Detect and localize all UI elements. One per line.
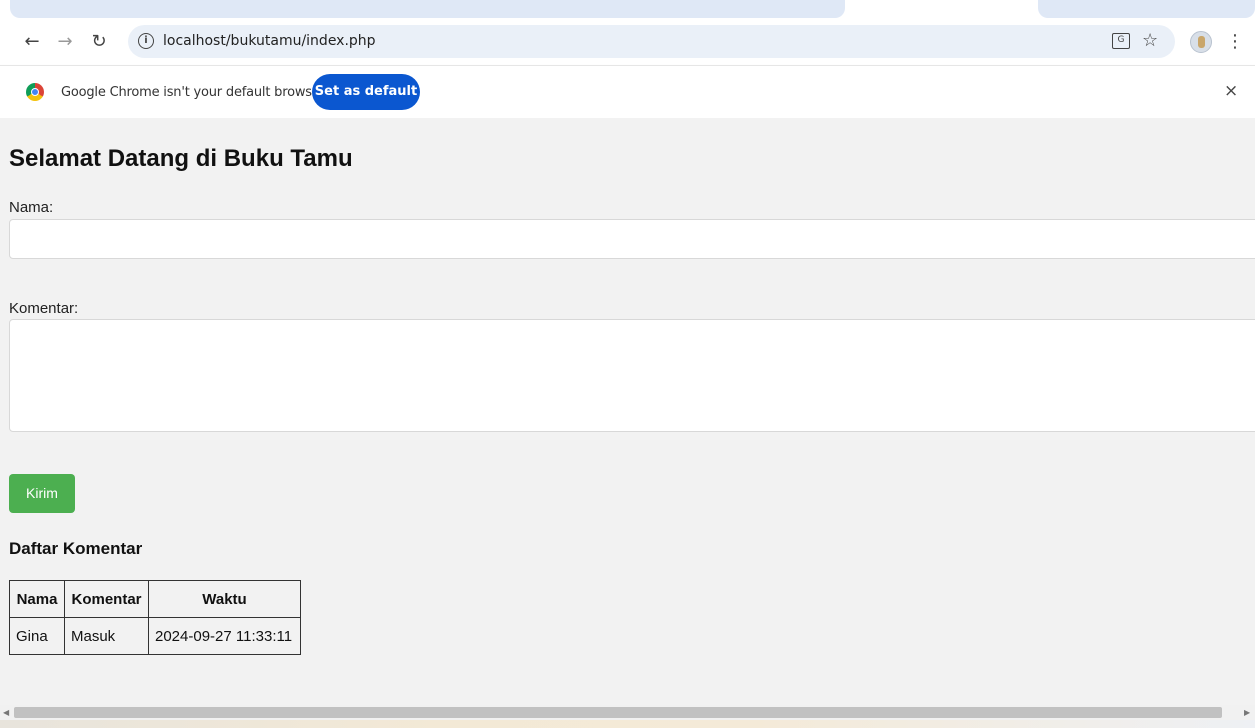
scroll-right-icon[interactable]: ▶ — [1244, 708, 1250, 717]
column-header-komentar: Komentar — [64, 580, 149, 618]
info-icon[interactable]: i — [138, 33, 154, 49]
set-as-default-button[interactable]: Set as default — [312, 74, 420, 110]
tab-inactive[interactable] — [1038, 0, 1255, 18]
tab-active[interactable] — [10, 0, 845, 18]
cell-komentar: Masuk — [64, 617, 149, 655]
comment-list-title: Daftar Komentar — [9, 539, 143, 558]
table-row: Gina Masuk 2024-09-27 11:33:11 — [9, 617, 301, 655]
infobar-message: Google Chrome isn't your default browser — [61, 85, 325, 100]
page-content: Selamat Datang di Buku Tamu Nama: Koment… — [0, 118, 1255, 705]
forward-arrow-icon[interactable]: → — [54, 31, 76, 53]
kirim-button[interactable]: Kirim — [9, 474, 75, 513]
cell-waktu: 2024-09-27 11:33:11 — [148, 617, 301, 655]
scroll-left-icon[interactable]: ◀ — [3, 708, 9, 717]
column-header-waktu: Waktu — [148, 580, 301, 618]
nama-label: Nama: — [9, 199, 54, 216]
scrollbar-thumb[interactable] — [14, 707, 1222, 718]
browser-toolbar: ← → ↻ i localhost/bukutamu/index.php G ☆… — [0, 20, 1255, 65]
komentar-label: Komentar: — [9, 300, 79, 317]
komentar-textarea[interactable] — [9, 319, 1255, 432]
chrome-logo-icon — [26, 83, 44, 101]
default-browser-infobar: Google Chrome isn't your default browser… — [0, 65, 1255, 118]
table-header-row: Nama Komentar Waktu — [9, 580, 301, 618]
tab-strip — [0, 0, 1255, 20]
reload-icon[interactable]: ↻ — [88, 31, 110, 53]
translate-icon[interactable]: G — [1112, 33, 1130, 49]
page-title: Selamat Datang di Buku Tamu — [9, 145, 353, 172]
address-bar[interactable]: i localhost/bukutamu/index.php G ☆ — [128, 25, 1175, 58]
taskbar-edge — [0, 720, 1255, 728]
nama-input[interactable] — [9, 219, 1255, 259]
cell-nama: Gina — [9, 617, 65, 655]
close-icon[interactable]: × — [1224, 81, 1238, 101]
star-icon[interactable]: ☆ — [1142, 30, 1158, 51]
column-header-nama: Nama — [9, 580, 65, 618]
kebab-menu-icon[interactable]: ⋮ — [1226, 31, 1244, 52]
back-arrow-icon[interactable]: ← — [21, 31, 43, 53]
url-text[interactable]: localhost/bukutamu/index.php — [163, 33, 376, 49]
comment-table: Nama Komentar Waktu Gina Masuk 2024-09-2… — [9, 580, 301, 655]
avatar[interactable] — [1190, 31, 1212, 53]
horizontal-scrollbar[interactable]: ◀ ▶ — [0, 705, 1255, 720]
